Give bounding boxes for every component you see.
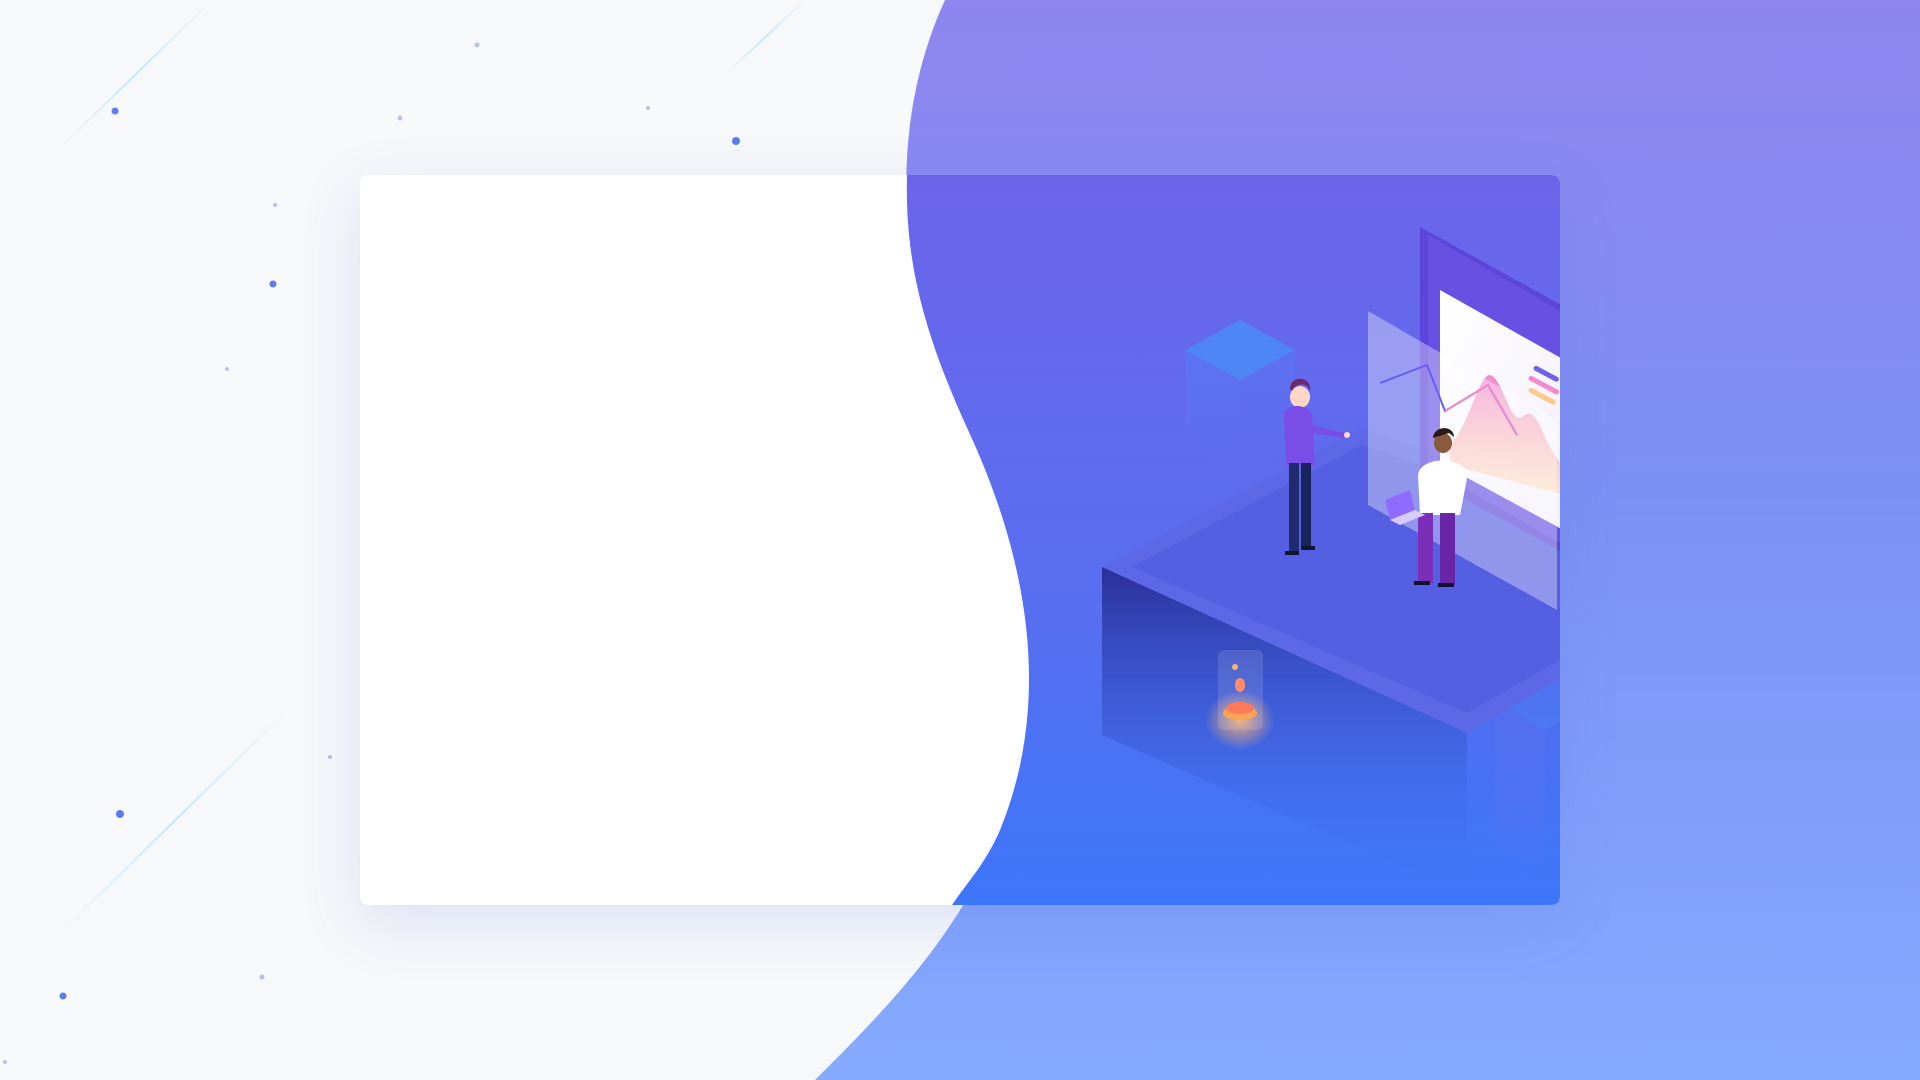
login-page bbox=[0, 0, 1920, 1080]
login-card bbox=[360, 175, 1560, 905]
card-illustration-panel bbox=[906, 175, 1560, 905]
building-icon bbox=[1185, 320, 1295, 475]
